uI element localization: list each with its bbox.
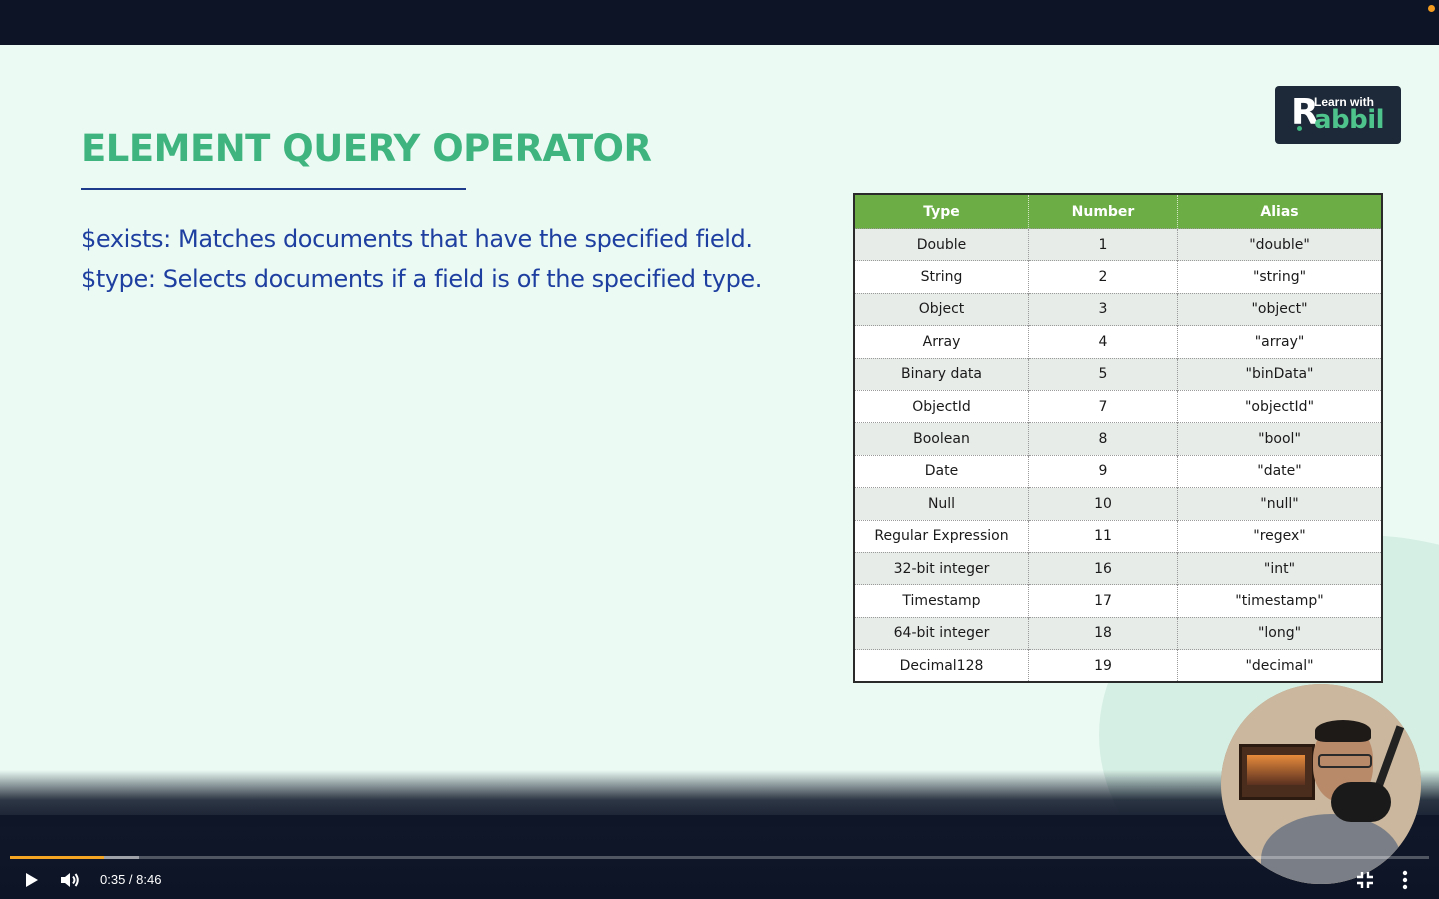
table-row: Regular Expression 11 "regex" xyxy=(854,519,1382,553)
type-cell: Timestamp xyxy=(854,584,1029,618)
type-cell: Date xyxy=(854,454,1029,488)
number-cell: 10 xyxy=(1028,487,1178,521)
alias-cell: "string" xyxy=(1177,260,1382,294)
alias-cell: "timestamp" xyxy=(1177,584,1382,618)
time-display: 0:35 / 8:46 xyxy=(100,872,162,887)
table-row: String 2 "string" xyxy=(854,260,1382,294)
table-body: Double 1 "double" String 2 "string" Object 3 "ob… xyxy=(854,227,1382,683)
table-row: Date 9 "date" xyxy=(854,454,1382,488)
table-row: Double 1 "double" xyxy=(854,227,1382,261)
table-row: ObjectId 7 "objectId" xyxy=(854,389,1382,423)
type-cell: Array xyxy=(854,325,1029,359)
table-row: 32-bit integer 16 "int" xyxy=(854,551,1382,585)
number-cell: 8 xyxy=(1028,422,1178,456)
table-row: Boolean 8 "bool" xyxy=(854,422,1382,456)
exit-fullscreen-button[interactable] xyxy=(1354,869,1376,891)
top-bar xyxy=(0,0,1439,45)
table-row: Timestamp 17 "timestamp" xyxy=(854,584,1382,618)
number-cell: 3 xyxy=(1028,292,1178,326)
microphone xyxy=(1331,782,1391,822)
presenter-webcam xyxy=(1221,684,1421,884)
alias-cell: "bool" xyxy=(1177,422,1382,456)
table-row: Null 10 "null" xyxy=(854,487,1382,521)
logo-dot xyxy=(1297,126,1302,131)
type-cell: Object xyxy=(854,292,1029,326)
exit-fullscreen-icon xyxy=(1357,872,1373,888)
number-cell: 7 xyxy=(1028,389,1178,423)
type-cell: Double xyxy=(854,227,1029,261)
alias-cell: "null" xyxy=(1177,487,1382,521)
play-icon xyxy=(26,873,38,887)
number-cell: 4 xyxy=(1028,325,1178,359)
type-cell: Boolean xyxy=(854,422,1029,456)
number-cell: 17 xyxy=(1028,584,1178,618)
table-row: 64-bit integer 18 "long" xyxy=(854,616,1382,650)
number-cell: 2 xyxy=(1028,260,1178,294)
alias-cell: "double" xyxy=(1177,227,1382,261)
type-cell: String xyxy=(854,260,1029,294)
type-cell: Null xyxy=(854,487,1029,521)
column-header-number: Number xyxy=(1028,194,1178,229)
progress-bar[interactable] xyxy=(10,856,1429,859)
alias-cell: "binData" xyxy=(1177,357,1382,391)
volume-button[interactable] xyxy=(58,868,82,892)
table-row: Decimal128 19 "decimal" xyxy=(854,649,1382,683)
number-cell: 18 xyxy=(1028,616,1178,650)
slide-title: ELEMENT QUERY OPERATOR xyxy=(81,127,652,170)
alias-cell: "date" xyxy=(1177,454,1382,488)
type-cell: ObjectId xyxy=(854,389,1029,423)
type-cell: Decimal128 xyxy=(854,649,1029,683)
table-row: Object 3 "object" xyxy=(854,292,1382,326)
volume-icon xyxy=(61,873,79,887)
alias-cell: "regex" xyxy=(1177,519,1382,553)
number-cell: 1 xyxy=(1028,227,1178,261)
type-cell: 64-bit integer xyxy=(854,616,1029,650)
table-row: Binary data 5 "binData" xyxy=(854,357,1382,391)
wall-painting xyxy=(1239,744,1315,800)
alias-cell: "decimal" xyxy=(1177,649,1382,683)
alias-cell: "object" xyxy=(1177,292,1382,326)
type-cell: Regular Expression xyxy=(854,519,1029,553)
type-description: $type: Selects documents if a field is o… xyxy=(81,265,763,293)
number-cell: 19 xyxy=(1028,649,1178,683)
type-cell: 32-bit integer xyxy=(854,551,1029,585)
alias-cell: "long" xyxy=(1177,616,1382,650)
number-cell: 11 xyxy=(1028,519,1178,553)
presenter-hair xyxy=(1315,720,1371,742)
table-header-row: Type Number Alias xyxy=(854,194,1382,229)
slide-description: $exists: Matches documents that have the… xyxy=(81,219,821,299)
alias-cell: "objectId" xyxy=(1177,389,1382,423)
more-vertical-icon xyxy=(1402,870,1408,890)
progress-played xyxy=(10,856,104,859)
number-cell: 5 xyxy=(1028,357,1178,391)
exists-description: $exists: Matches documents that have the… xyxy=(81,225,753,253)
bson-types-table: Type Number Alias Double 1 "double" String 2… xyxy=(853,193,1383,684)
column-header-type: Type xyxy=(854,194,1029,229)
presenter-glasses xyxy=(1318,754,1372,768)
play-button[interactable] xyxy=(20,869,42,891)
number-cell: 16 xyxy=(1028,551,1178,585)
column-header-alias: Alias xyxy=(1177,194,1382,229)
alias-cell: "int" xyxy=(1177,551,1382,585)
table-row: Array 4 "array" xyxy=(854,325,1382,359)
title-underline xyxy=(81,188,466,190)
logo-text-main: abbil xyxy=(1314,105,1385,135)
learn-with-rabbil-logo: R Learn with abbil xyxy=(1275,86,1401,144)
type-cell: Binary data xyxy=(854,357,1029,391)
more-options-button[interactable] xyxy=(1396,868,1414,892)
alias-cell: "array" xyxy=(1177,325,1382,359)
notification-dot xyxy=(1428,5,1435,12)
number-cell: 9 xyxy=(1028,454,1178,488)
